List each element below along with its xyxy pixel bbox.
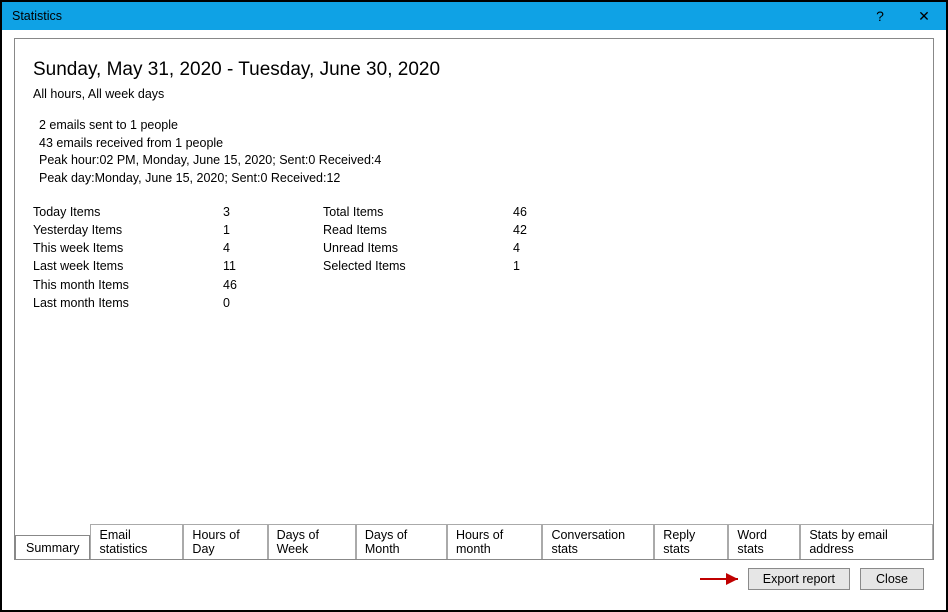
value-read: 42: [513, 221, 613, 239]
close-icon: ✕: [918, 8, 930, 25]
date-range-heading: Sunday, May 31, 2020 - Tuesday, June 30,…: [33, 59, 915, 81]
value-this-month: 46: [223, 276, 323, 294]
content-inner: Sunday, May 31, 2020 - Tuesday, June 30,…: [15, 39, 933, 312]
tab-hours-of-month[interactable]: Hours of month: [447, 524, 542, 559]
detail-peak-hour: Peak hour:02 PM, Monday, June 15, 2020; …: [39, 152, 915, 170]
filter-subheading: All hours, All week days: [33, 87, 915, 101]
value-yesterday: 1: [223, 221, 323, 239]
value-today: 3: [223, 203, 323, 221]
summary-details: 2 emails sent to 1 people 43 emails rece…: [39, 117, 915, 187]
label-last-month: Last month Items: [33, 294, 223, 312]
arrow-icon: [698, 570, 746, 588]
tab-days-of-month[interactable]: Days of Month: [356, 524, 447, 559]
tabs-row: Summary Email statistics Hours of Day Da…: [15, 523, 933, 559]
tab-days-of-week[interactable]: Days of Week: [268, 524, 356, 559]
label-read: Read Items: [323, 221, 513, 239]
tab-reply-stats[interactable]: Reply stats: [654, 524, 728, 559]
help-icon: ?: [876, 8, 884, 24]
stats-grid: Today Items Yesterday Items This week It…: [33, 203, 915, 312]
detail-peak-day: Peak day:Monday, June 15, 2020; Sent:0 R…: [39, 170, 915, 188]
tab-word-stats[interactable]: Word stats: [728, 524, 800, 559]
tab-hours-of-day[interactable]: Hours of Day: [183, 524, 267, 559]
close-button[interactable]: Close: [860, 568, 924, 590]
label-yesterday: Yesterday Items: [33, 221, 223, 239]
stats-left-values: 3 1 4 11 46 0: [223, 203, 323, 312]
tab-stats-by-email-address[interactable]: Stats by email address: [800, 524, 933, 559]
label-selected: Selected Items: [323, 257, 513, 275]
value-total: 46: [513, 203, 613, 221]
value-selected: 1: [513, 257, 613, 275]
stats-left-labels: Today Items Yesterday Items This week It…: [33, 203, 223, 312]
button-row: Export report Close: [748, 568, 924, 590]
label-last-week: Last week Items: [33, 257, 223, 275]
detail-received: 43 emails received from 1 people: [39, 135, 915, 153]
help-button[interactable]: ?: [858, 2, 902, 30]
content-panel: Sunday, May 31, 2020 - Tuesday, June 30,…: [14, 38, 934, 560]
tab-email-statistics[interactable]: Email statistics: [90, 524, 183, 559]
close-window-button[interactable]: ✕: [902, 2, 946, 30]
stats-right-labels: Total Items Read Items Unread Items Sele…: [323, 203, 513, 312]
value-last-week: 11: [223, 257, 323, 275]
tab-summary[interactable]: Summary: [15, 535, 90, 559]
label-today: Today Items: [33, 203, 223, 221]
label-total: Total Items: [323, 203, 513, 221]
value-unread: 4: [513, 239, 613, 257]
tab-conversation-stats[interactable]: Conversation stats: [542, 524, 654, 559]
export-report-button[interactable]: Export report: [748, 568, 850, 590]
stats-right-values: 46 42 4 1: [513, 203, 613, 312]
label-this-month: This month Items: [33, 276, 223, 294]
detail-sent: 2 emails sent to 1 people: [39, 117, 915, 135]
label-this-week: This week Items: [33, 239, 223, 257]
value-last-month: 0: [223, 294, 323, 312]
titlebar: Statistics ? ✕: [2, 2, 946, 30]
window-frame: Statistics ? ✕ Sunday, May 31, 2020 - Tu…: [2, 2, 946, 610]
value-this-week: 4: [223, 239, 323, 257]
label-unread: Unread Items: [323, 239, 513, 257]
window-title: Statistics: [12, 9, 858, 23]
